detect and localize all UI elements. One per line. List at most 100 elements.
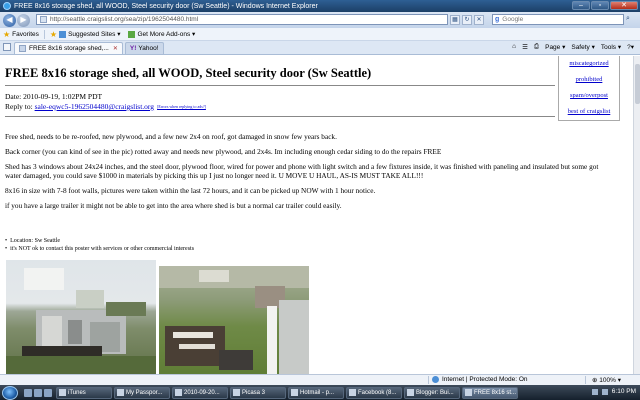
security-zone[interactable]: Internet | Protected Mode: On bbox=[432, 376, 528, 383]
photo-pixel bbox=[173, 332, 213, 338]
photo-pixel bbox=[279, 300, 309, 374]
volume-icon[interactable] bbox=[601, 388, 608, 395]
close-tab-icon[interactable]: ✕ bbox=[113, 45, 118, 52]
address-bar[interactable]: http://seattle.craigslist.org/sea/zip/19… bbox=[36, 14, 448, 25]
page-icon bbox=[40, 16, 47, 23]
app-icon bbox=[465, 389, 472, 396]
body-paragraph: Free shed, needs to be re-roofed, new pl… bbox=[5, 132, 337, 141]
compatibility-view-icon[interactable]: ▦ bbox=[450, 15, 460, 25]
reply-email-link[interactable]: sale-eqwc5-1962504480@craigslist.org bbox=[35, 102, 154, 111]
app-icon bbox=[349, 389, 356, 396]
photo-pixel bbox=[76, 290, 104, 308]
network-icon[interactable] bbox=[591, 388, 598, 395]
taskbar-item[interactable]: 2010-09-20... bbox=[172, 386, 228, 399]
taskbar-item-active[interactable]: FREE 8x16 st... bbox=[462, 386, 518, 399]
app-icon bbox=[233, 389, 240, 396]
tab-craigslist[interactable]: FREE 8x16 storage shed,... ✕ bbox=[14, 42, 123, 54]
shed-photo-1[interactable] bbox=[6, 260, 156, 374]
home-icon[interactable]: ⌂ bbox=[512, 43, 516, 51]
get-add-ons-link[interactable]: Get More Add-ons ▾ bbox=[137, 30, 195, 38]
minimize-button[interactable]: – bbox=[572, 1, 590, 10]
photo-pixel bbox=[106, 302, 146, 316]
suggested-sites-link[interactable]: Suggested Sites ▾ bbox=[68, 30, 120, 38]
zoom-level[interactable]: ⊕ 100% ▾ bbox=[592, 376, 621, 384]
close-button[interactable]: ✕ bbox=[610, 1, 638, 10]
divider bbox=[5, 85, 555, 86]
tab-yahoo[interactable]: Y! Yahoo! bbox=[124, 42, 164, 54]
taskbar-item-label: Facebook (8... bbox=[358, 389, 397, 396]
tab-label: Yahoo! bbox=[138, 45, 159, 52]
quick-launch-icon[interactable] bbox=[34, 388, 42, 397]
help-menu[interactable]: ?▾ bbox=[627, 43, 634, 51]
back-button[interactable]: ◀ bbox=[3, 13, 16, 27]
safety-menu[interactable]: Safety ▾ bbox=[571, 43, 595, 51]
quick-launch-icon[interactable] bbox=[44, 388, 52, 397]
maximize-button[interactable]: ▫ bbox=[591, 1, 609, 10]
body-paragraph: if you have a large trailer it might not… bbox=[5, 201, 342, 210]
scrollbar-thumb[interactable] bbox=[635, 64, 640, 104]
photo-pixel bbox=[42, 316, 62, 346]
quick-launch-icon[interactable] bbox=[24, 388, 32, 397]
quick-tabs-icon[interactable] bbox=[3, 43, 11, 51]
favorites-button[interactable]: Favorites bbox=[12, 31, 39, 38]
flag-prohibited-link[interactable]: prohibited bbox=[559, 72, 619, 88]
refresh-icon[interactable]: ↻ bbox=[462, 15, 472, 25]
taskbar-item[interactable]: Blogger: Bui... bbox=[404, 386, 460, 399]
divider bbox=[43, 29, 45, 39]
page-content: miscategorized prohibited spam/overpost … bbox=[0, 56, 633, 374]
favorites-star-icon[interactable]: ★ bbox=[3, 30, 10, 39]
search-box[interactable]: g Google bbox=[492, 14, 624, 25]
search-icon[interactable]: ⌕ bbox=[626, 15, 630, 23]
taskbar-item-label: 2010-09-20... bbox=[184, 389, 220, 396]
photo-pixel bbox=[179, 344, 215, 349]
taskbar-item[interactable]: iTunes bbox=[56, 386, 112, 399]
favorites-bar: ★ Favorites ★ Suggested Sites ▾ Get More… bbox=[0, 28, 640, 41]
posting-date: Date: 2010-09-19, 1:02PM PDT bbox=[5, 92, 103, 101]
taskbar-item[interactable]: Picasa 3 bbox=[230, 386, 286, 399]
tools-menu[interactable]: Tools ▾ bbox=[601, 43, 621, 51]
taskbar-item-label: Blogger: Bui... bbox=[416, 389, 454, 396]
clock[interactable]: 6:10 PM bbox=[612, 388, 636, 395]
suggested-sites-icon bbox=[59, 30, 67, 38]
window-controls: – ▫ ✕ bbox=[572, 1, 638, 10]
posting-meta: Date: 2010-09-19, 1:02PM PDT Reply to: s… bbox=[5, 92, 206, 112]
photo-pixel bbox=[219, 350, 253, 370]
taskbar-item-label: Picasa 3 bbox=[242, 389, 266, 396]
taskbar-item[interactable]: Hotmail - p... bbox=[288, 386, 344, 399]
stop-icon[interactable]: ✕ bbox=[474, 15, 484, 25]
zoom-icon: ⊕ bbox=[592, 377, 598, 384]
flag-miscategorized-link[interactable]: miscategorized bbox=[559, 56, 619, 72]
chevron-down-icon: ▾ bbox=[617, 377, 621, 384]
print-icon[interactable]: ⎙ bbox=[534, 43, 539, 51]
photo-pixel bbox=[6, 356, 156, 374]
window-title-bar: FREE 8x16 storage shed, all WOOD, Steel … bbox=[0, 0, 640, 12]
security-zone-label: Internet | Protected Mode: On bbox=[442, 376, 528, 383]
page-icon bbox=[19, 45, 26, 52]
start-button[interactable] bbox=[2, 385, 18, 400]
body-paragraph: 8x16 in size with 7-8 foot walls, pictur… bbox=[5, 186, 376, 195]
contact-notice-item: it's NOT ok to contact this poster with … bbox=[5, 245, 194, 253]
photo-pixel bbox=[24, 268, 64, 290]
divider bbox=[428, 376, 429, 384]
taskbar-item[interactable]: My Passpor... bbox=[114, 386, 170, 399]
feeds-icon[interactable]: ☰ bbox=[522, 43, 528, 51]
taskbar-item[interactable]: Facebook (8... bbox=[346, 386, 402, 399]
photo-pixel bbox=[199, 270, 229, 282]
add-favorites-icon[interactable]: ★ bbox=[50, 30, 57, 39]
shed-photo-2[interactable] bbox=[159, 266, 309, 374]
search-placeholder[interactable]: Google bbox=[502, 16, 523, 23]
flag-best-of-link[interactable]: best of craigslist bbox=[559, 104, 619, 120]
taskbar: iTunes My Passpor... 2010-09-20... Picas… bbox=[0, 385, 640, 400]
globe-icon bbox=[432, 376, 439, 383]
reply-help-link[interactable]: [Errors when replying to ads?] bbox=[157, 104, 206, 109]
app-icon bbox=[175, 389, 182, 396]
flag-spam-link[interactable]: spam/overpost bbox=[559, 88, 619, 104]
google-icon: g bbox=[495, 16, 500, 23]
app-icon bbox=[59, 389, 66, 396]
address-url[interactable]: http://seattle.craigslist.org/sea/zip/19… bbox=[50, 16, 198, 23]
forward-button[interactable]: ▶ bbox=[17, 13, 30, 27]
taskbar-item-label: Hotmail - p... bbox=[300, 389, 335, 396]
vertical-scrollbar[interactable] bbox=[633, 56, 640, 374]
reply-label: Reply to: bbox=[5, 102, 35, 111]
page-menu[interactable]: Page ▾ bbox=[545, 43, 565, 51]
